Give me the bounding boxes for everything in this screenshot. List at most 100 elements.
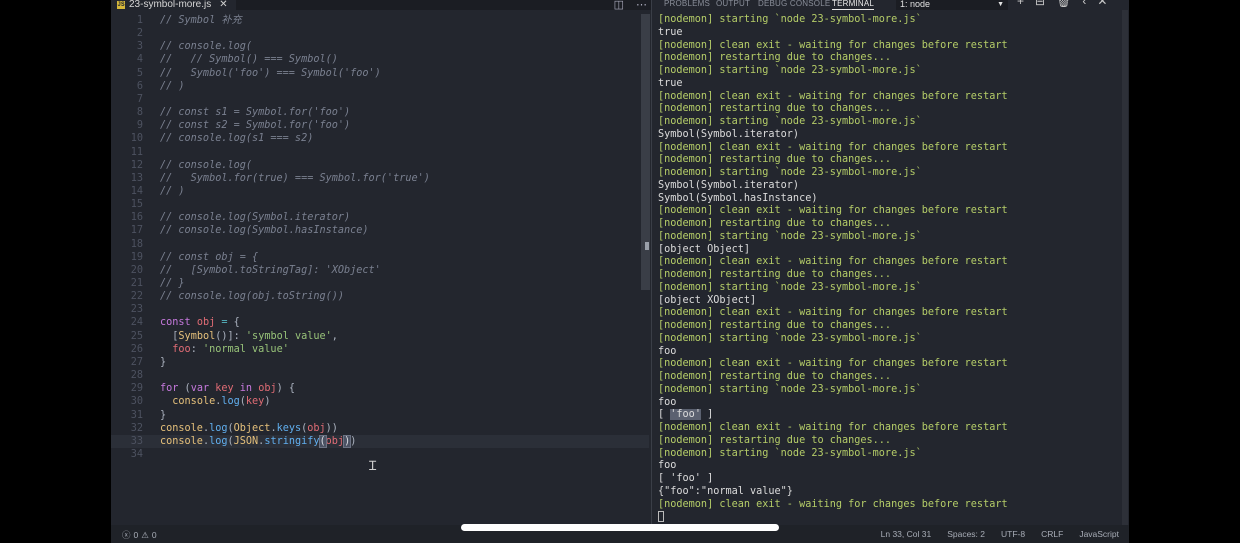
- line-number: 21: [130, 278, 143, 289]
- split-terminal-icon[interactable]: ⊟: [1035, 0, 1045, 7]
- tab-problems[interactable]: PROBLEMS: [664, 0, 710, 8]
- editor-tab[interactable]: JS 23-symbol-more.js ✕: [111, 0, 236, 10]
- terminal-line: [nodemon] restarting due to changes...: [658, 154, 892, 166]
- code-text: // // Symbol() === Symbol(): [160, 54, 338, 66]
- code-text: // const s1 = Symbol.for('foo'): [160, 107, 351, 119]
- code-text: }: [160, 409, 167, 421]
- code-text: [Symbol()]: 'symbol value',: [172, 330, 338, 342]
- terminal-line: [nodemon] starting `node 23-symbol-more.…: [658, 332, 922, 344]
- line-ending[interactable]: CRLF: [1041, 529, 1063, 539]
- line-number: 4: [136, 54, 143, 66]
- home-indicator[interactable]: [461, 524, 779, 531]
- terminal-line: foo: [658, 345, 677, 357]
- line-number: 6: [136, 80, 143, 92]
- code-text: // }: [160, 278, 185, 289]
- line-number: 8: [136, 107, 143, 119]
- warning-icon: ⚠: [141, 529, 149, 540]
- terminal-line: [nodemon] starting `node 23-symbol-more.…: [658, 447, 922, 459]
- line-number: 34: [130, 448, 143, 460]
- warning-count: 0: [151, 530, 157, 540]
- code-editor[interactable]: 1 // Symbol 补充 2 3 // console.log(4 // // Sym…: [111, 10, 651, 525]
- code-text: // ): [160, 80, 185, 92]
- code-text: console.log(key): [172, 396, 271, 408]
- terminal-line: [nodemon] starting `node 23-symbol-more.…: [658, 14, 922, 25]
- close-tab-icon[interactable]: ✕: [219, 0, 227, 10]
- terminal-line: [nodemon] starting `node 23-symbol-more.…: [658, 65, 922, 76]
- code-text: // console.log(Symbol.iterator): [160, 212, 351, 224]
- terminal-line: [nodemon] starting `node 23-symbol-more.…: [658, 230, 922, 242]
- editor-tab-label: 23-symbol-more.js: [129, 0, 212, 10]
- code-text: // Symbol.for(true) === Symbol.for('true…: [160, 172, 430, 184]
- code-text: // const obj = {: [160, 251, 259, 263]
- cursor-position[interactable]: Ln 33, Col 31: [881, 529, 932, 539]
- line-number: 31: [130, 409, 143, 421]
- terminal-scrollbar[interactable]: [1122, 10, 1128, 525]
- chevron-left-icon[interactable]: ‹: [1082, 0, 1086, 7]
- line-number: 33: [130, 435, 143, 447]
- code-text: console.log(Object.keys(obj)): [160, 422, 338, 434]
- code-text: // [Symbol.toStringTag]: 'XObject': [160, 264, 381, 276]
- line-number: 20: [130, 264, 143, 276]
- code-text: console.log(JSON.stringify(obj)): [160, 434, 357, 448]
- line-number: 13: [130, 172, 143, 184]
- terminal-line: [nodemon] starting `node 23-symbol-more.…: [658, 281, 922, 293]
- code-text: const obj = {: [160, 317, 240, 329]
- problems-indicator[interactable]: ⓧ 0 ⚠ 0: [122, 529, 157, 541]
- error-count: 0: [133, 530, 139, 540]
- terminal-line: [nodemon] clean exit - waiting for chang…: [658, 422, 1008, 433]
- encoding[interactable]: UTF-8: [1001, 529, 1025, 539]
- terminal-line: foo: [658, 460, 677, 472]
- terminal-line: [nodemon] clean exit - waiting for chang…: [658, 307, 1008, 319]
- terminal-line: foo: [658, 396, 677, 408]
- vscode-window: JS 23-symbol-more.js ✕ ◫ ⋯ 1 // Symbol 补充…: [111, 0, 1129, 543]
- line-number: 17: [130, 225, 143, 237]
- code-text: // console.log(Symbol.hasInstance): [160, 225, 369, 237]
- language-mode[interactable]: JavaScript: [1079, 529, 1119, 539]
- trash-icon[interactable]: 🗑: [1056, 0, 1071, 7]
- tab-debug-console[interactable]: DEBUG CONSOLE: [758, 0, 830, 8]
- code-text: // console.log(s1 === s2): [160, 133, 314, 145]
- close-panel-icon[interactable]: ✕: [1097, 0, 1107, 7]
- javascript-file-icon: JS: [117, 1, 125, 9]
- terminal-line: Symbol(Symbol.iterator): [658, 128, 800, 140]
- terminal-line: [nodemon] clean exit - waiting for chang…: [658, 141, 1008, 153]
- code-text: }: [160, 356, 167, 368]
- code-text: // Symbol('foo') === Symbol('foo'): [160, 67, 381, 79]
- terminal-line: true: [658, 26, 683, 38]
- terminal-line: [nodemon] restarting due to changes...: [658, 320, 892, 331]
- terminal-line: [ 'foo' ]: [658, 473, 714, 484]
- new-terminal-icon[interactable]: +: [1017, 0, 1024, 7]
- panel-actions: + ⊟ 🗑 ‹ ✕: [1017, 0, 1107, 7]
- line-number: 16: [130, 212, 143, 224]
- terminal-line: [nodemon] starting `node 23-symbol-more.…: [658, 383, 922, 395]
- terminal-selector[interactable]: 1: node ▼: [896, 0, 1008, 10]
- code-line[interactable]: 33 console.log(JSON.stringify(obj)): [111, 434, 649, 448]
- scrollbar-cursor-marker: [645, 242, 649, 250]
- terminal-line: {"foo":"normal value"}: [658, 485, 793, 497]
- code-text: foo: 'normal value': [172, 343, 289, 355]
- editor-tab-bar: JS 23-symbol-more.js ✕ ◫ ⋯: [111, 0, 651, 11]
- indentation[interactable]: Spaces: 2: [947, 529, 985, 539]
- line-number: 18: [130, 238, 143, 250]
- terminal-line: [nodemon] restarting due to changes...: [658, 371, 892, 382]
- tab-terminal[interactable]: TERMINAL: [832, 0, 875, 10]
- line-number: 22: [130, 291, 143, 303]
- code-text: // console.log(obj.toString()): [160, 291, 345, 303]
- terminal-selector-value: 1: node: [900, 0, 931, 9]
- line-number: 3: [136, 41, 143, 53]
- code-text: // console.log(: [160, 41, 253, 53]
- code-text: // const s2 = Symbol.for('foo'): [160, 120, 351, 132]
- line-number: 7: [136, 93, 143, 105]
- tab-output[interactable]: OUTPUT: [716, 0, 750, 8]
- terminal-output[interactable]: [nodemon] starting `node 23-symbol-more.…: [658, 14, 1128, 524]
- line-number: 14: [130, 185, 143, 197]
- terminal-line: Symbol(Symbol.iterator): [658, 179, 800, 191]
- terminal-line: [nodemon] clean exit - waiting for chang…: [658, 39, 1008, 51]
- terminal-prompt[interactable]: [658, 511, 1128, 524]
- terminal-line: Symbol(Symbol.hasInstance): [658, 192, 818, 204]
- line-number: 9: [136, 120, 143, 132]
- terminal-line: [nodemon] restarting due to changes...: [658, 269, 892, 280]
- line-number: 26: [130, 343, 143, 355]
- line-number: 2: [136, 28, 143, 40]
- line-number: 23: [130, 304, 143, 316]
